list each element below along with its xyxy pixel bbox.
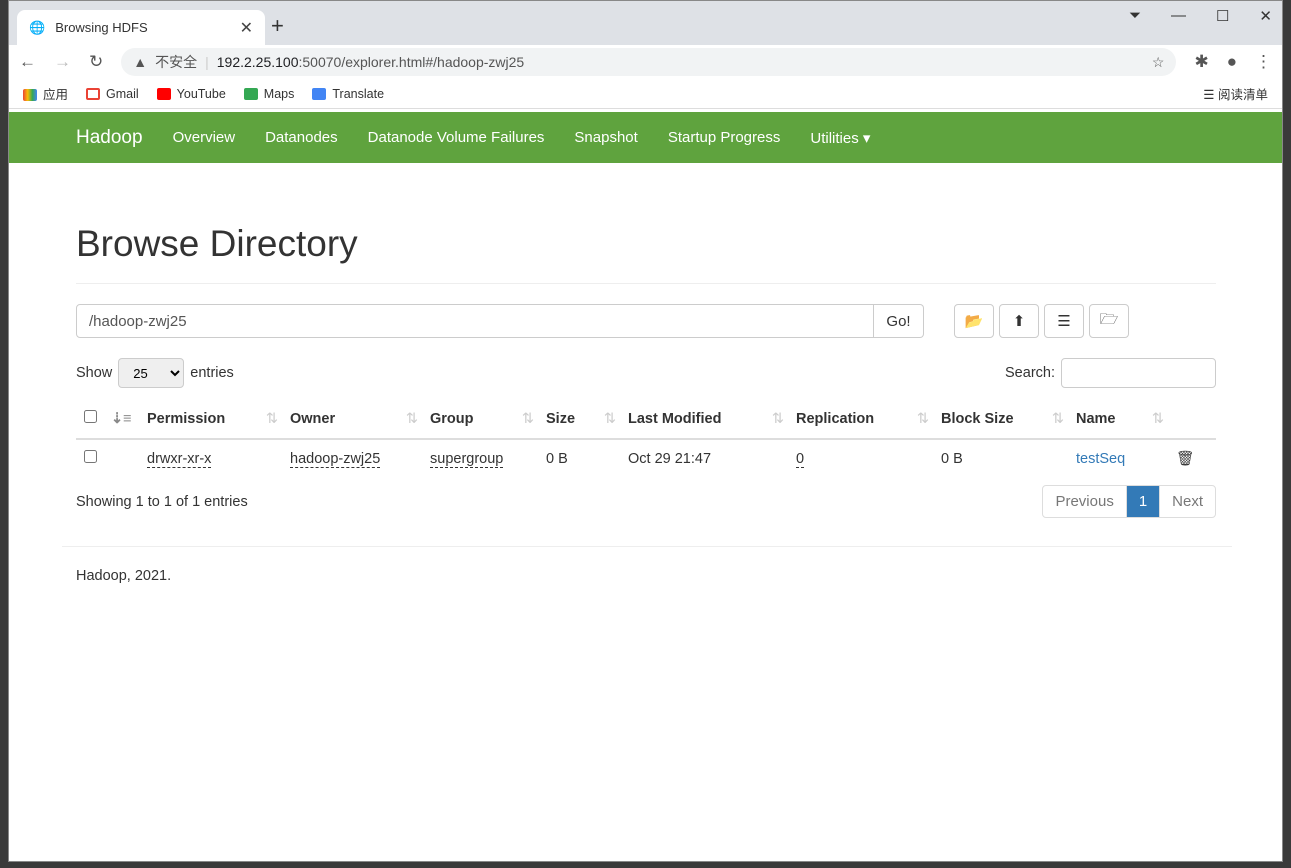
footer: Hadoop, 2021. xyxy=(76,568,172,584)
page-title: Browse Directory xyxy=(76,223,358,264)
previous-button[interactable]: Previous xyxy=(1043,486,1127,517)
list-icon: ☰ xyxy=(1057,313,1071,330)
move-button[interactable]: 🗁 xyxy=(1089,304,1129,338)
group-cell[interactable]: supergroup xyxy=(430,450,504,468)
select-all-checkbox[interactable] xyxy=(84,410,97,423)
bookmark-youtube[interactable]: YouTube xyxy=(156,87,226,101)
back-icon[interactable]: ← xyxy=(19,52,36,72)
bookmark-translate[interactable]: Translate xyxy=(312,87,384,101)
url-host: 192.2.25.100 xyxy=(216,54,299,70)
folder-move-icon: 🗁 xyxy=(1099,310,1119,328)
browser-tab[interactable]: 🌐 Browsing HDFS ✕ xyxy=(17,10,265,45)
brand[interactable]: Hadoop xyxy=(76,127,143,149)
create-directory-button[interactable]: 📂 xyxy=(954,304,994,338)
bookmark-gmail[interactable]: Gmail xyxy=(86,87,139,101)
nav-volume-failures[interactable]: Datanode Volume Failures xyxy=(368,129,545,146)
reload-icon[interactable]: ↻ xyxy=(89,52,103,72)
page-1-button[interactable]: 1 xyxy=(1126,486,1161,517)
folder-open-icon: 📂 xyxy=(964,313,984,330)
menu-icon[interactable]: ⋮ xyxy=(1255,52,1272,72)
cut-paste-button[interactable]: ☰ xyxy=(1044,304,1084,338)
reading-list[interactable]: ☰ 阅读清单 xyxy=(1203,84,1268,103)
star-icon[interactable]: ☆ xyxy=(1152,54,1165,71)
browser-window: 🌐 Browsing HDFS ✕ + ⏷ — ☐ ✕ ← → ↻ ▲ 不安全 | 192.2.25… xyxy=(8,0,1283,862)
col-permission[interactable]: Permission ⇅ xyxy=(147,399,290,440)
security-label: 不安全 xyxy=(155,54,198,70)
path-input[interactable] xyxy=(76,304,874,338)
pagination: Previous 1 Next xyxy=(1042,485,1216,518)
trash-icon[interactable]: 🗑 xyxy=(1176,451,1194,467)
size-cell: 0 B xyxy=(546,450,568,467)
maximize-button[interactable]: ☐ xyxy=(1216,7,1229,25)
entries-label: entries xyxy=(190,365,234,381)
col-last-modified[interactable]: Last Modified ⇅ xyxy=(628,399,796,440)
nav-utilities[interactable]: Utilities ▾ xyxy=(810,129,870,147)
bookmark-apps[interactable]: 应用 xyxy=(23,84,68,103)
permission-cell[interactable]: drwxr-xr-x xyxy=(147,450,212,468)
minimize-button[interactable]: — xyxy=(1171,7,1186,25)
go-button[interactable]: Go! xyxy=(874,304,924,338)
upload-button[interactable]: ⬆ xyxy=(999,304,1039,338)
block-size-cell: 0 B xyxy=(941,450,963,467)
table-row: drwxr-xr-x hadoop-zwj25 supergroup 0 B O… xyxy=(76,439,1216,477)
extensions-icon[interactable]: ✱ xyxy=(1194,52,1208,72)
url-path: :50070/explorer.html#/hadoop-zwj25 xyxy=(298,54,525,70)
col-group[interactable]: Group ⇅ xyxy=(430,399,546,440)
col-owner[interactable]: Owner ⇅ xyxy=(290,399,430,440)
owner-cell[interactable]: hadoop-zwj25 xyxy=(290,450,381,468)
col-block-size[interactable]: Block Size ⇅ xyxy=(941,399,1076,440)
row-checkbox[interactable] xyxy=(84,450,97,463)
warning-icon: ▲ xyxy=(133,54,148,70)
search-label: Search: xyxy=(1005,365,1055,381)
address-bar[interactable]: ▲ 不安全 | 192.2.25.100:50070/explorer.html#/h… xyxy=(121,48,1177,76)
show-label: Show xyxy=(76,365,113,381)
modified-cell: Oct 29 21:47 xyxy=(628,450,712,467)
tab-title: Browsing HDFS xyxy=(55,20,148,35)
entries-select[interactable]: 25 xyxy=(118,358,185,388)
replication-cell[interactable]: 0 xyxy=(796,450,805,468)
cloud-upload-icon: ⬆ xyxy=(1012,313,1026,330)
profile-menu-icon[interactable]: ⏷ xyxy=(1129,7,1141,25)
file-name-link[interactable]: testSeq xyxy=(1076,451,1125,467)
nav-datanodes[interactable]: Datanodes xyxy=(265,129,338,146)
nav-snapshot[interactable]: Snapshot xyxy=(574,129,637,146)
file-table: ⇣≡ Permission ⇅ Owner ⇅ Group ⇅ Size ⇅ Last … xyxy=(76,399,1216,477)
nav-overview[interactable]: Overview xyxy=(173,129,236,146)
tab-strip: 🌐 Browsing HDFS ✕ + ⏷ — ☐ ✕ xyxy=(9,1,1282,45)
showing-info: Showing 1 to 1 of 1 entries xyxy=(76,493,248,510)
navbar: Hadoop Overview Datanodes Datanode Volum… xyxy=(9,112,1282,163)
bookmark-maps[interactable]: Maps xyxy=(243,87,294,101)
nav-startup-progress[interactable]: Startup Progress xyxy=(668,129,781,146)
close-window-button[interactable]: ✕ xyxy=(1259,7,1272,25)
new-tab-button[interactable]: + xyxy=(271,13,284,39)
profile-icon[interactable]: ● xyxy=(1227,52,1237,72)
forward-icon[interactable]: → xyxy=(54,52,71,72)
search-input[interactable] xyxy=(1061,358,1216,388)
col-size[interactable]: Size ⇅ xyxy=(546,399,628,440)
globe-icon: 🌐 xyxy=(29,19,46,35)
col-name[interactable]: Name ⇅ xyxy=(1076,399,1176,440)
bookmarks-bar: 应用 Gmail YouTube Maps Translate ☰ 阅读清单 xyxy=(9,79,1282,109)
next-button[interactable]: Next xyxy=(1160,486,1215,517)
sort-icon[interactable]: ⇣≡ xyxy=(111,411,132,427)
close-tab-icon[interactable]: ✕ xyxy=(240,18,253,38)
col-replication[interactable]: Replication ⇅ xyxy=(796,399,941,440)
